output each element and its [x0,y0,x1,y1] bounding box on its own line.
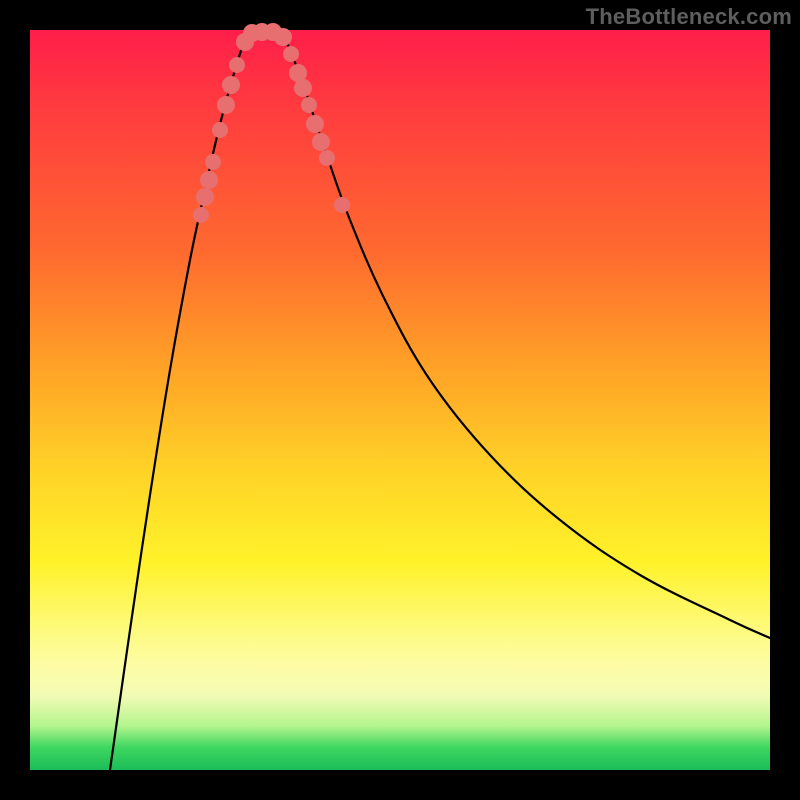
data-marker [312,133,330,151]
data-marker [193,207,209,223]
plot-area [30,30,770,770]
data-marker [196,188,214,206]
data-marker [283,46,299,62]
data-marker [217,96,235,114]
data-marker [334,197,350,213]
data-marker [319,150,335,166]
data-marker [222,76,240,94]
data-marker [212,122,228,138]
curve-bottleneck-curve-right [280,30,770,638]
data-marker [200,171,218,189]
data-marker [301,97,317,113]
chart-frame: TheBottleneck.com [0,0,800,800]
data-marker [205,154,221,170]
data-marker [229,57,245,73]
data-marker [306,115,324,133]
watermark-text: TheBottleneck.com [586,4,792,30]
curve-svg [30,30,770,770]
data-marker [294,79,312,97]
curve-bottleneck-curve-left [110,30,250,770]
data-marker [274,28,292,46]
